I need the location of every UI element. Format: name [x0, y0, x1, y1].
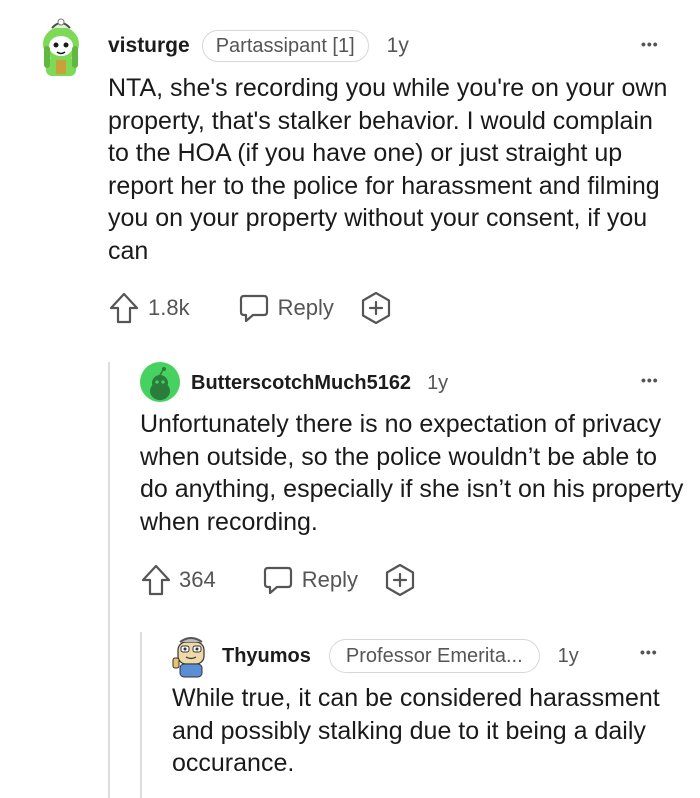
- snoo-default-avatar-icon: [150, 367, 170, 400]
- comment-body: Unfortunately there is no expectation of…: [140, 410, 684, 536]
- avatar[interactable]: [172, 636, 210, 678]
- comment-thyumos: Thyumos Professor Emerita... 1y ••• Whil…: [0, 620, 700, 798]
- comment-age[interactable]: 1y: [387, 34, 409, 58]
- reply-button[interactable]: Reply: [238, 292, 334, 324]
- award-button[interactable]: [360, 291, 392, 325]
- comment-age[interactable]: 1y: [427, 372, 448, 395]
- comment-header: Thyumos Professor Emerita... 1y: [222, 638, 579, 674]
- snoo-avatar-icon: [172, 637, 205, 678]
- vote-count: 364: [179, 567, 216, 592]
- comment-butterscotchmuch5162: ButterscotchMuch5162 1y ••• Unfortunatel…: [0, 340, 700, 620]
- reply-icon: [263, 566, 292, 595]
- upvote-button[interactable]: [140, 563, 172, 597]
- avatar[interactable]: [38, 16, 84, 78]
- comment-actions: 364 Reply: [140, 562, 416, 598]
- avatar[interactable]: [140, 362, 180, 402]
- username[interactable]: Thyumos: [222, 645, 311, 668]
- reply-label: Reply: [277, 295, 334, 320]
- comment-body: NTA, she's recording you while you're on…: [108, 74, 668, 265]
- comment-visturge: visturge Partassipant [1] 1y ••• NTA, sh…: [0, 0, 700, 340]
- username[interactable]: ButterscotchMuch5162: [191, 372, 411, 395]
- comment-header: visturge Partassipant [1] 1y: [108, 30, 409, 62]
- comment-header: ButterscotchMuch5162 1y: [191, 368, 448, 398]
- comment-body: While true, it can be considered harassm…: [172, 684, 660, 777]
- reply-button[interactable]: Reply: [262, 564, 358, 596]
- upvote-button[interactable]: [108, 291, 140, 325]
- more-options-icon[interactable]: •••: [640, 644, 658, 660]
- award-icon: [361, 291, 390, 325]
- more-options-icon[interactable]: •••: [641, 372, 659, 388]
- user-flair: Professor Emerita...: [328, 639, 540, 673]
- upvote-icon[interactable]: [108, 291, 140, 325]
- vote-count: 1.8k: [148, 295, 190, 320]
- reply-icon: [239, 294, 268, 323]
- more-options-icon[interactable]: •••: [641, 36, 659, 52]
- upvote-icon[interactable]: [140, 563, 172, 597]
- award-button[interactable]: [384, 563, 416, 597]
- snoo-avatar-icon: [43, 18, 79, 76]
- user-flair: Partassipant [1]: [201, 30, 369, 62]
- award-icon: [385, 563, 415, 597]
- username[interactable]: visturge: [108, 34, 190, 58]
- reply-label: Reply: [301, 567, 358, 592]
- comment-actions: 1.8k Reply: [108, 290, 392, 326]
- comment-age[interactable]: 1y: [558, 645, 579, 668]
